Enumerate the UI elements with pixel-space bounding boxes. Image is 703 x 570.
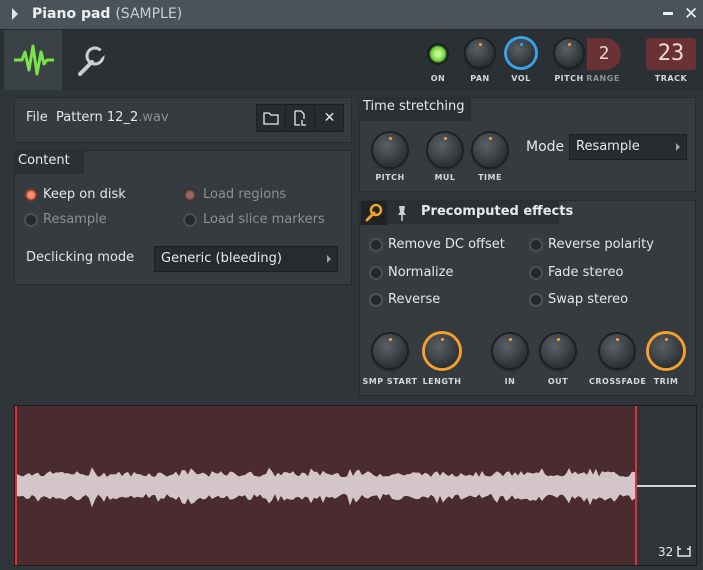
out-knob[interactable] [541,334,575,368]
stretch-pitch-label: PITCH [375,173,405,182]
load-regions-label: Load regions [203,187,287,202]
zoom-fit-icon [677,546,691,557]
vol-knob[interactable] [507,39,535,67]
resample-radio[interactable] [24,213,38,227]
pan-knob[interactable] [466,39,494,67]
keep-on-disk-label: Keep on disk [43,187,126,202]
pin-icon [398,206,406,221]
time-stretching-header: Time stretching [363,99,465,114]
keep-on-disk-radio[interactable] [24,188,38,202]
smp-start-label: SMP START [362,377,418,386]
wrench-icon [78,46,107,76]
reverse-radio[interactable] [369,293,383,307]
out-label: OUT [547,377,569,386]
mode-label: Mode [526,139,565,155]
declicking-mode-select[interactable]: Generic (bleeding) [154,246,338,272]
effects-lock-button[interactable] [394,203,410,223]
stretch-mul-knob[interactable] [428,133,462,167]
length-knob[interactable] [425,334,459,368]
stretch-pitch-knob[interactable] [373,133,407,167]
end-marker[interactable] [635,406,637,565]
declicking-mode-label: Declicking mode [26,250,135,265]
effects-settings-button[interactable] [361,201,387,225]
fade-stereo-label: Fade stereo [548,265,624,280]
file-buttons: ✕ [256,104,344,132]
vol-label: VOL [511,74,531,83]
reverse-polarity-radio[interactable] [529,238,543,252]
stretch-time-label: TIME [478,173,502,182]
precomputed-effects-header: Precomputed effects [421,204,574,219]
on-label: ON [430,74,446,83]
normalize-radio[interactable] [369,266,383,280]
crossfade-knob[interactable] [600,334,634,368]
trim-label: TRIM [653,377,679,386]
stretch-mode-select[interactable]: Resample [569,134,687,160]
tab-instrument-settings[interactable] [62,30,116,90]
clear-icon: ✕ [323,110,336,126]
pitch-label: PITCH [554,74,584,83]
resample-label: Resample [43,212,107,227]
trim-knob[interactable] [649,334,683,368]
open-file-button[interactable] [257,105,286,131]
remove-dc-offset-radio[interactable] [369,238,383,252]
edit-file-button[interactable] [286,105,315,131]
in-knob[interactable] [493,334,527,368]
waveform-icon [14,44,54,76]
reverse-label: Reverse [388,292,441,307]
swap-stereo-radio[interactable] [529,293,543,307]
length-label: LENGTH [422,377,462,386]
crossfade-label: CROSSFADE [589,377,647,386]
range-label: RANGE [586,74,620,83]
mixer-track-value[interactable]: 23 [646,38,696,70]
on-toggle[interactable] [429,45,447,63]
window-title: Piano pad (SAMPLE) [32,6,183,22]
stretch-mul-label: MUL [434,173,456,182]
zoom-level[interactable]: 32 [658,545,691,559]
normalize-label: Normalize [388,265,454,280]
stretch-time-knob[interactable] [473,133,507,167]
content-header: Content [18,153,70,168]
waveform-display[interactable] [14,405,697,566]
load-slice-markers-label: Load slice markers [203,212,325,227]
folder-icon [263,112,279,125]
swap-stereo-label: Swap stereo [548,292,629,307]
file-label: File [26,110,48,125]
fade-stereo-radio[interactable] [529,266,543,280]
track-label: TRACK [654,74,688,83]
pitch-range-value[interactable]: 2 [587,38,621,70]
collapse-arrow-icon[interactable] [12,8,18,20]
file-edit-icon [294,110,306,126]
file-name[interactable]: Pattern 12_2.wav [56,110,169,125]
wrench-icon [365,203,383,222]
reverse-polarity-label: Reverse polarity [548,237,654,252]
pan-label: PAN [470,74,490,83]
close-icon[interactable]: ✕ [684,4,698,24]
start-marker[interactable] [15,406,17,565]
load-slice-markers-radio[interactable] [183,213,197,227]
load-regions-radio[interactable] [183,188,197,202]
title-bar: Piano pad (SAMPLE) ✕ [0,0,703,30]
smp-start-knob[interactable] [373,334,407,368]
chevron-right-icon [676,143,680,151]
clear-file-button[interactable]: ✕ [315,105,344,131]
chevron-right-icon [327,255,331,263]
pitch-knob[interactable] [555,39,583,67]
waveform-graph [17,467,696,508]
tab-sample-settings[interactable] [4,30,62,90]
minimize-icon[interactable] [663,12,673,15]
in-label: IN [504,377,516,386]
remove-dc-offset-label: Remove DC offset [388,237,505,252]
